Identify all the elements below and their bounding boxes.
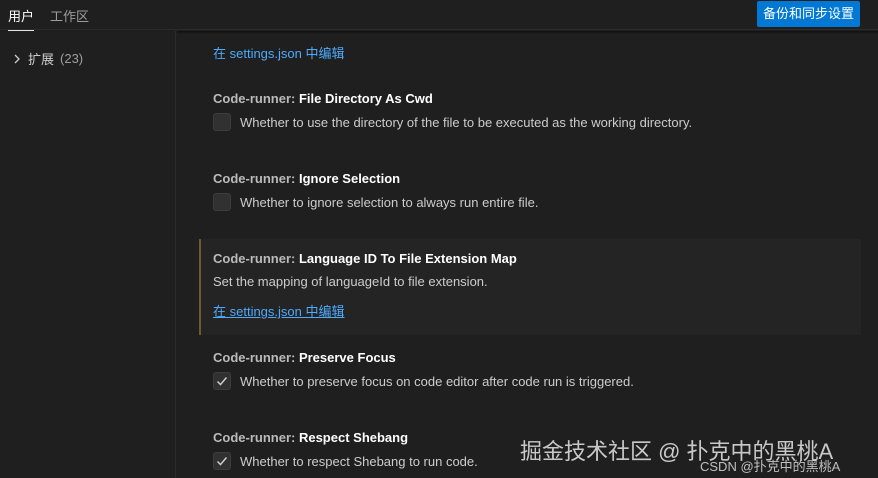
setting-description: Whether to preserve focus on code editor… (240, 373, 634, 389)
settings-header: 用户 工作区 备份和同步设置 (0, 0, 878, 31)
watermark-csdn: CSDN @扑克中的黑桃A (700, 459, 841, 474)
setting-category: Code-runner: (213, 430, 299, 445)
checkbox-unchecked[interactable] (213, 193, 231, 211)
setting-name: Ignore Selection (298, 171, 401, 186)
setting-name: Language ID To File Extension Map (298, 251, 517, 266)
check-icon (216, 377, 228, 386)
setting-description: Whether to use the directory of the file… (240, 114, 693, 130)
edit-in-settings-json-link[interactable]: 在 settings.json 中编辑 (213, 43, 345, 62)
toc-item-extensions[interactable]: 扩展 (23) (12, 49, 83, 68)
setting-title: Code-runner: Language ID To File Extensi… (213, 251, 861, 266)
setting-title: Code-runner: File Directory As Cwd (213, 91, 861, 106)
toc-item-label: 扩展 (28, 52, 55, 67)
tab-workspace[interactable]: 工作区 (50, 6, 89, 25)
setting-title: Code-runner: Ignore Selection (213, 171, 861, 186)
scroll-shadow (177, 31, 878, 34)
tab-user[interactable]: 用户 (8, 6, 35, 31)
check-icon (216, 457, 228, 466)
setting-description: Set the mapping of languageId to file ex… (213, 274, 488, 289)
setting-category: Code-runner: (213, 171, 299, 186)
setting-name: Respect Shebang (298, 430, 409, 445)
setting-description: Whether to ignore selection to always ru… (240, 194, 539, 210)
setting-language-id-to-file-extension-map: Code-runner: Language ID To File Extensi… (199, 239, 861, 335)
checkbox-checked[interactable] (213, 452, 231, 470)
toc-item-count: (23) (60, 51, 84, 66)
setting-category: Code-runner: (213, 350, 299, 365)
settings-toc: 扩展 (23) (0, 31, 176, 478)
backup-sync-button[interactable]: 备份和同步设置 (756, 1, 860, 27)
setting-file-directory-as-cwd: Code-runner: File Directory As Cwd Wheth… (199, 91, 861, 131)
checkbox-checked[interactable] (213, 372, 231, 390)
setting-description: Whether to respect Shebang to run code. (240, 453, 478, 469)
settings-list: 在 settings.json 中编辑 Code-runner: File Di… (177, 31, 878, 478)
setting-title: Code-runner: Preserve Focus (213, 350, 861, 365)
checkbox-unchecked[interactable] (213, 113, 231, 131)
setting-category: Code-runner: (213, 251, 299, 266)
setting-ignore-selection: Code-runner: Ignore Selection Whether to… (199, 171, 861, 211)
setting-name: Preserve Focus (298, 350, 396, 365)
setting-name: File Directory As Cwd (298, 91, 433, 106)
edit-in-settings-json-link[interactable]: 在 settings.json 中编辑 (213, 301, 345, 320)
setting-category: Code-runner: (213, 91, 299, 106)
setting-preserve-focus: Code-runner: Preserve Focus Whether to p… (199, 350, 861, 390)
chevron-right-icon (14, 54, 20, 63)
